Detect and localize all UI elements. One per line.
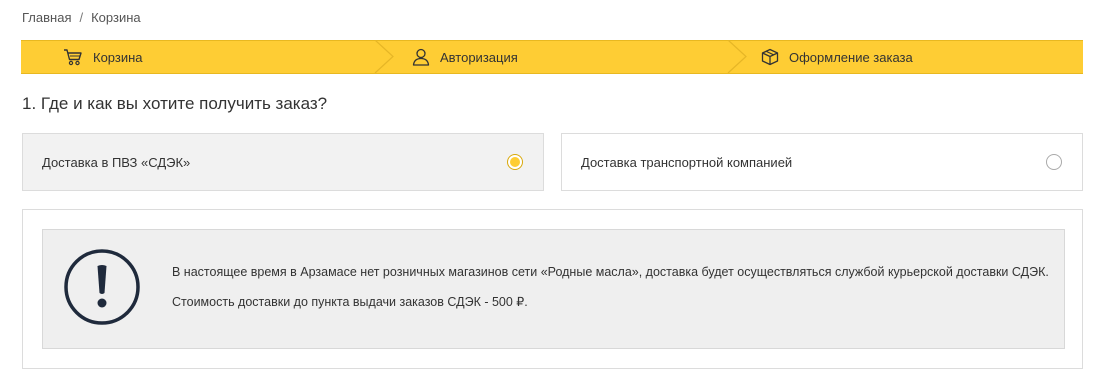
checkout-steps-bar: Корзина Авторизация Оформление заказа bbox=[21, 40, 1083, 74]
section-heading: 1. Где и как вы хотите получить заказ? bbox=[22, 94, 328, 113]
info-notice: В настоящее время в Арзамасе нет розничн… bbox=[42, 229, 1065, 349]
exclamation-icon bbox=[63, 248, 141, 331]
step-separator-chevron bbox=[374, 40, 394, 74]
delivery-cost-text: Стоимость доставки до пункта выдачи зака… bbox=[172, 295, 528, 309]
box-icon bbox=[761, 48, 779, 66]
step-cart[interactable]: Корзина bbox=[63, 41, 143, 73]
radio-button[interactable] bbox=[1046, 154, 1062, 170]
breadcrumb-separator: / bbox=[79, 10, 84, 25]
radio-button-selected[interactable] bbox=[507, 154, 523, 170]
delivery-option-transport-company[interactable]: Доставка транспортной компанией bbox=[561, 133, 1083, 191]
breadcrumb: Главная / Корзина bbox=[22, 10, 141, 25]
step-authorization[interactable]: Авторизация bbox=[412, 41, 518, 73]
delivery-option-cdek-pickup[interactable]: Доставка в ПВЗ «СДЭК» bbox=[22, 133, 544, 191]
notice-text: В настоящее время в Арзамасе нет розничн… bbox=[172, 265, 1049, 279]
breadcrumb-current: Корзина bbox=[91, 10, 141, 25]
step-separator-chevron bbox=[727, 40, 747, 74]
cart-icon bbox=[63, 48, 83, 66]
user-icon bbox=[412, 48, 430, 66]
step-label: Авторизация bbox=[440, 49, 518, 65]
option-label: Доставка транспортной компанией bbox=[581, 154, 793, 170]
breadcrumb-home-link[interactable]: Главная bbox=[22, 10, 71, 25]
step-label: Корзина bbox=[93, 49, 143, 65]
step-checkout[interactable]: Оформление заказа bbox=[761, 41, 913, 73]
step-label: Оформление заказа bbox=[789, 49, 913, 65]
delivery-details-panel: В настоящее время в Арзамасе нет розничн… bbox=[22, 209, 1083, 369]
option-label: Доставка в ПВЗ «СДЭК» bbox=[42, 154, 191, 170]
